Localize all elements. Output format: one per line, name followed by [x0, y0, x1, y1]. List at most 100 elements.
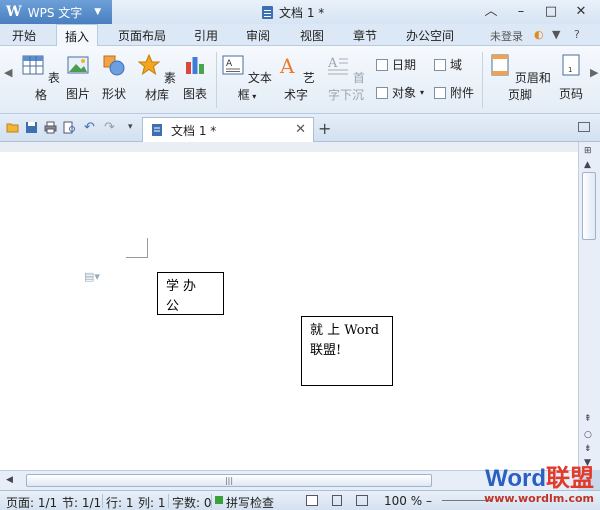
svg-text:A: A [327, 56, 338, 71]
web-view-icon[interactable] [356, 495, 368, 506]
open-folder-icon[interactable] [6, 121, 19, 134]
tab-document-1[interactable]: 文档 1 * ✕ [142, 117, 314, 142]
zoom-level[interactable]: 100 % [384, 494, 422, 508]
document-icon [262, 6, 273, 19]
field-button[interactable]: 域 [434, 56, 462, 73]
close-tab-icon[interactable]: ✕ [295, 122, 306, 137]
ribbon-scroll-left-icon[interactable]: ◀ [4, 66, 12, 79]
date-button[interactable]: 日期 [376, 56, 416, 73]
collapse-ribbon-icon[interactable]: ︿ [482, 3, 500, 21]
chevron-down-icon: ▼ [94, 7, 102, 17]
quick-access-bar: ↶ ↷ ▾ 文档 1 * ✕ + [0, 114, 600, 142]
close-icon[interactable]: ✕ [572, 3, 590, 21]
watermark: Word联盟 www.wordlm.com [484, 466, 594, 506]
title-bar: W WPS 文字 ▼ 文档 1 * ︿ – □ ✕ [0, 0, 600, 24]
attachment-button[interactable]: 附件 [434, 84, 474, 101]
shirt-icon[interactable]: ▼ [552, 28, 560, 41]
field-label: 域 [450, 58, 463, 72]
page-view-icon[interactable] [306, 495, 318, 506]
paragraph-layout-icon[interactable]: ▤▾ [84, 270, 100, 283]
outline-view-icon[interactable] [332, 495, 342, 506]
calendar-icon [376, 58, 388, 71]
chart-label: 图表 [182, 87, 207, 101]
status-spellcheck[interactable]: 拼写检查 [226, 494, 274, 510]
tab-insert[interactable]: 插入 [56, 24, 99, 47]
svg-text:A: A [226, 59, 233, 69]
document-icon [152, 124, 162, 136]
wordart-icon: A [279, 54, 295, 78]
tab-list-icon[interactable] [578, 122, 590, 132]
textbox-button[interactable]: A 文本框 ▾ [222, 54, 272, 103]
header-footer-button[interactable]: 页眉和页脚 [488, 54, 552, 103]
save-icon[interactable] [25, 121, 38, 134]
status-section: 节: 1/1 [62, 496, 102, 510]
textbox-1[interactable]: 学办公 [157, 272, 224, 315]
previous-page-icon[interactable]: ⇞ [584, 414, 592, 424]
tab-review[interactable]: 审阅 [246, 27, 270, 44]
horizontal-scroll-thumb[interactable]: ||| [26, 474, 432, 487]
scroll-up-icon[interactable]: ▲ [584, 160, 591, 170]
status-column: 列: 1 [138, 496, 166, 510]
textbox-2[interactable]: 就 上 Word 联盟! [301, 316, 393, 386]
browse-object-icon[interactable]: ○ [584, 430, 592, 440]
page-number-button[interactable]: 1 页码 [554, 54, 588, 102]
dropcap-button: A 首字下沉 [322, 54, 370, 103]
vertical-scrollbar[interactable]: ⊞ ▲ ⇞ ○ ⇟ ▼ [578, 142, 600, 470]
next-page-icon[interactable]: ⇟ [584, 444, 592, 454]
document-canvas[interactable]: ▤▾ 学办公 就 上 Word 联盟! [0, 142, 578, 470]
ribbon-divider [482, 52, 483, 108]
scroll-left-icon[interactable]: ◀ [6, 475, 13, 485]
zoom-out-icon[interactable]: – [426, 494, 432, 508]
tab-office-space[interactable]: 办公空间 [406, 27, 454, 44]
help-icon[interactable]: ? [574, 28, 580, 41]
header-footer-label: 页眉和页脚 [507, 71, 551, 102]
shape-label: 形状 [101, 87, 126, 101]
restore-icon[interactable]: □ [542, 3, 560, 21]
vertical-scroll-thumb[interactable] [582, 172, 596, 240]
wordart-button[interactable]: A 艺术字 [276, 54, 316, 103]
picture-button[interactable]: 图片 [62, 54, 94, 102]
status-divider [168, 494, 169, 508]
new-tab-icon[interactable]: + [318, 119, 331, 138]
table-button[interactable]: 表格 [22, 54, 60, 103]
status-divider [102, 494, 103, 508]
tab-home[interactable]: 开始 [12, 27, 36, 44]
skin-icon[interactable]: ◐ [534, 28, 544, 41]
chevron-down-icon: ▾ [420, 88, 425, 97]
tab-page-layout[interactable]: 页面布局 [118, 27, 166, 44]
ruler-toggle-icon[interactable]: ⊞ [584, 146, 592, 156]
date-label: 日期 [392, 58, 417, 72]
tab-section[interactable]: 章节 [353, 27, 377, 44]
chevron-down-icon: ▾ [249, 92, 257, 101]
picture-icon [67, 56, 89, 74]
tab-view[interactable]: 视图 [300, 27, 324, 44]
status-page[interactable]: 页面: 1/1 [6, 494, 57, 510]
textbox-icon: A [222, 55, 244, 75]
print-preview-icon[interactable] [63, 121, 76, 134]
document-tab-label: 文档 1 * [171, 123, 217, 138]
svg-text:1: 1 [568, 66, 572, 74]
ribbon-scroll-right-icon[interactable]: ▶ [590, 66, 598, 79]
object-icon [376, 86, 388, 99]
bar-chart-icon [186, 57, 204, 74]
status-wordcount[interactable]: 字数: 0 [172, 494, 212, 510]
window-title: 文档 1 * [262, 4, 324, 21]
object-button[interactable]: 对象 ▾ [376, 84, 424, 101]
minimize-icon[interactable]: – [512, 3, 530, 21]
undo-icon[interactable]: ↶ [84, 120, 95, 135]
login-link[interactable]: 未登录 [490, 28, 523, 44]
redo-icon[interactable]: ↷ [104, 120, 115, 135]
header-footer-icon [491, 54, 509, 76]
tab-references[interactable]: 引用 [194, 27, 218, 44]
shape-button[interactable]: 形状 [96, 54, 132, 102]
table-icon [22, 55, 44, 75]
chart-button[interactable]: 图表 [180, 54, 210, 102]
material-library-button[interactable]: 素材库 [137, 53, 176, 103]
customize-toolbar-icon[interactable]: ▾ [128, 122, 133, 132]
shape-icon [103, 55, 125, 76]
app-menu-button[interactable]: W WPS 文字 ▼ [0, 0, 112, 24]
print-icon[interactable] [44, 121, 57, 134]
picture-label: 图片 [65, 87, 90, 101]
menu-bar: 开始 插入 页面布局 引用 审阅 视图 章节 办公空间 未登录 ◐ ▼ ? [0, 24, 600, 47]
star-icon [137, 53, 161, 76]
